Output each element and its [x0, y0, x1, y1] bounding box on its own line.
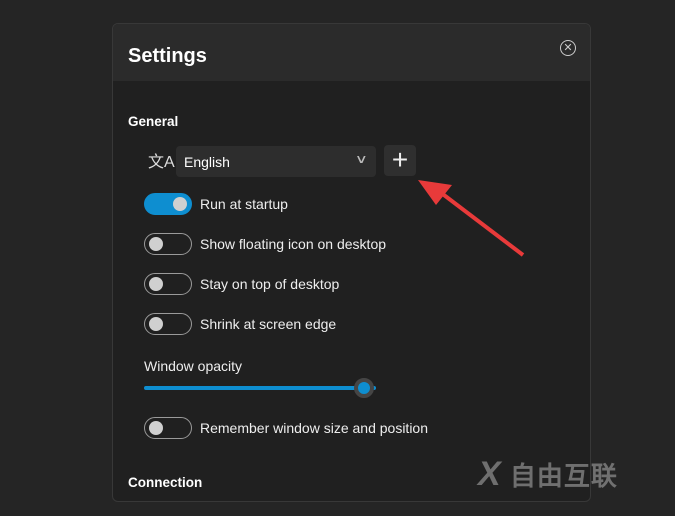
watermark-logo: X 自由互联: [478, 455, 618, 493]
annotation-arrow: [418, 180, 525, 257]
